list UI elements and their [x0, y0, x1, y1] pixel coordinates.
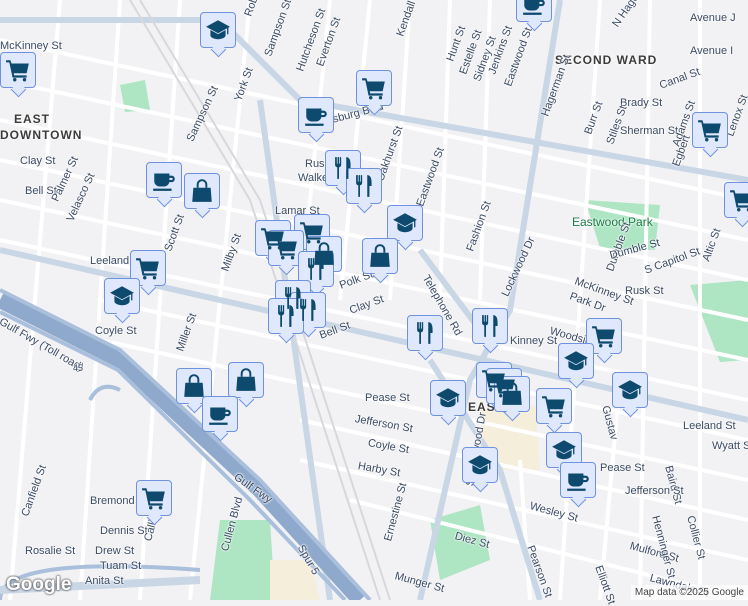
cart-icon — [729, 187, 748, 213]
school-marker[interactable] — [387, 205, 423, 241]
street-label: Kinney St — [510, 335, 558, 347]
cart-marker[interactable] — [268, 230, 304, 266]
park-eastwood: Eastwood Park — [572, 215, 653, 229]
bag-icon — [189, 178, 215, 204]
street-label: Avenue I — [690, 45, 734, 57]
school-icon — [109, 283, 135, 309]
coffee-icon — [565, 467, 591, 493]
coffee-marker[interactable] — [202, 396, 238, 432]
school-icon — [617, 377, 643, 403]
street-label: Rosalie St — [25, 545, 76, 557]
fork-icon — [351, 173, 377, 199]
coffee-icon — [151, 167, 177, 193]
street-label: Wyatt St — [712, 440, 748, 452]
cart-icon — [141, 485, 167, 511]
school-icon — [563, 348, 589, 374]
street-label: Pease St — [600, 462, 645, 474]
interstate-shield: 45 — [73, 363, 84, 373]
bag-marker[interactable] — [228, 362, 264, 398]
street-label: Dennis St — [100, 525, 148, 537]
bag-marker[interactable] — [184, 173, 220, 209]
school-marker[interactable] — [558, 343, 594, 379]
coffee-icon — [303, 102, 329, 128]
school-marker[interactable] — [546, 432, 582, 468]
bag-icon — [233, 367, 259, 393]
fork-icon — [303, 256, 329, 282]
bag-marker[interactable] — [362, 238, 398, 274]
school-icon — [467, 452, 493, 478]
map-attribution[interactable]: Map data ©2025 Google — [630, 585, 748, 600]
street-label: Sherman St — [620, 125, 679, 137]
street-label: Clay St — [20, 155, 56, 167]
fork-marker[interactable] — [268, 298, 304, 334]
street-label: Avenue J — [690, 12, 736, 24]
street-label: Anita St — [85, 575, 124, 587]
fork-marker[interactable] — [407, 315, 443, 351]
cart-icon — [273, 235, 299, 261]
fork-icon — [477, 313, 503, 339]
cart-marker[interactable] — [130, 250, 166, 286]
cart-icon — [591, 323, 617, 349]
street-label: Pease St — [365, 392, 410, 404]
fork-icon — [412, 320, 438, 346]
coffee-icon — [207, 401, 233, 427]
bag-icon — [367, 243, 393, 269]
school-marker[interactable] — [612, 372, 648, 408]
bag-marker[interactable] — [494, 376, 530, 412]
bag-marker[interactable] — [176, 368, 212, 404]
cart-icon — [135, 255, 161, 281]
cart-marker[interactable] — [692, 112, 728, 148]
cart-marker[interactable] — [136, 480, 172, 516]
cart-marker[interactable] — [586, 318, 622, 354]
school-icon — [551, 437, 577, 463]
cart-icon — [361, 75, 387, 101]
area-downtown: DOWNTOWN — [0, 128, 83, 142]
street-label: Leeland St — [683, 420, 736, 432]
school-icon — [205, 17, 231, 43]
coffee-icon — [521, 0, 547, 17]
school-marker[interactable] — [104, 278, 140, 314]
cart-marker[interactable] — [536, 388, 572, 424]
area-east: EAST — [14, 112, 51, 126]
school-icon — [435, 385, 461, 411]
coffee-marker[interactable] — [516, 0, 552, 22]
street-label: Tuam St — [100, 560, 142, 572]
school-icon — [392, 210, 418, 236]
fork-marker[interactable] — [346, 168, 382, 204]
street-label: Coyle St — [95, 325, 137, 337]
street-label: Jefferson St — [625, 485, 684, 497]
school-marker[interactable] — [200, 12, 236, 48]
cart-icon — [541, 393, 567, 419]
bag-icon — [181, 373, 207, 399]
cart-marker[interactable] — [0, 52, 36, 88]
fork-marker[interactable] — [472, 308, 508, 344]
cart-icon — [697, 117, 723, 143]
google-logo: Google — [6, 574, 72, 595]
cart-marker[interactable] — [724, 182, 748, 218]
street-label: Rusk St — [625, 285, 664, 297]
school-marker[interactable] — [462, 447, 498, 483]
coffee-marker[interactable] — [298, 97, 334, 133]
street-label: Drew St — [95, 545, 135, 557]
street-label: McKinney St — [0, 40, 62, 52]
fork-marker[interactable] — [298, 251, 334, 287]
coffee-marker[interactable] — [146, 162, 182, 198]
fork-icon — [273, 303, 299, 329]
cart-icon — [5, 57, 31, 83]
school-marker[interactable] — [430, 380, 466, 416]
cart-marker[interactable] — [356, 70, 392, 106]
bag-icon — [499, 381, 525, 407]
coffee-marker[interactable] — [560, 462, 596, 498]
